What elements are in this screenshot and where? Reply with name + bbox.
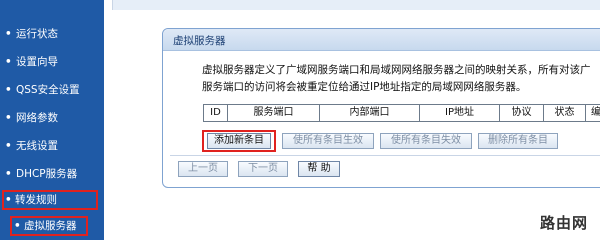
prev-page-button[interactable]: 上一页 (178, 161, 228, 177)
sidebar-item-label: QSS安全设置 (16, 84, 80, 96)
sidebar-item-label: 转发规则 (15, 194, 57, 206)
sidebar-item-wizard[interactable]: • 设置向导 (0, 52, 104, 72)
column-header-ip-address: IP地址 (420, 105, 500, 121)
column-header-internal-port: 内部端口 (320, 105, 420, 121)
top-panel-edge (112, 0, 600, 10)
next-page-button[interactable]: 下一页 (238, 161, 288, 177)
divider (170, 155, 600, 156)
sidebar-item-status[interactable]: • 运行状态 (0, 24, 104, 44)
sidebar-item-forwarding[interactable]: • 转发规则 (2, 190, 98, 210)
column-header-status: 状态 (544, 105, 586, 121)
sidebar-item-qss[interactable]: • QSS安全设置 (0, 80, 104, 100)
bullet-icon: • (5, 28, 12, 40)
sidebar-item-label: 网络参数 (16, 112, 58, 124)
description-line-1: 虚拟服务器定义了广域网服务端口和局域网网络服务器之间的映射关系，所有对该广 (202, 64, 591, 76)
sidebar-nav: • 运行状态 • 设置向导 • QSS安全设置 • 网络参数 • 无线设置 • … (0, 0, 104, 240)
sidebar-item-label: 设置向导 (16, 56, 58, 68)
bullet-icon: • (5, 112, 12, 124)
sidebar-item-label: 运行状态 (16, 28, 58, 40)
watermark-text: 路由网 (540, 214, 589, 232)
sidebar-item-label: DHCP服务器 (16, 168, 78, 180)
bullet-icon: • (5, 168, 12, 180)
sidebar-item-label: 虚拟服务器 (24, 220, 77, 232)
sidebar-item-network[interactable]: • 网络参数 (0, 108, 104, 128)
bullet-icon: • (5, 194, 12, 206)
sidebar-item-virtual-server[interactable]: • 虚拟服务器 (10, 216, 88, 236)
help-button[interactable]: 帮 助 (298, 161, 340, 177)
description-line-2: 服务端口的访问将会被重定位给通过IP地址指定的局域网网络服务器。 (202, 81, 527, 93)
column-header-service-port: 服务端口 (228, 105, 320, 121)
page-title: 虚拟服务器 (173, 35, 226, 47)
bullet-icon: • (5, 56, 12, 68)
bullet-icon: • (5, 140, 12, 152)
virtual-server-table-header: ID 服务端口 内部端口 IP地址 协议 状态 编 (203, 104, 600, 122)
sidebar-item-dhcp[interactable]: • DHCP服务器 (0, 164, 104, 184)
bullet-icon: • (5, 84, 12, 96)
bullet-icon: • (14, 220, 21, 232)
column-header-protocol: 协议 (500, 105, 544, 121)
sidebar-item-label: 无线设置 (16, 140, 58, 152)
add-entry-highlight: 添加新条目 (202, 130, 276, 152)
delete-all-button[interactable]: 删除所有条目 (478, 133, 558, 149)
sidebar-item-wireless[interactable]: • 无线设置 (0, 136, 104, 156)
column-header-edit: 编 (591, 107, 600, 118)
add-entry-button[interactable]: 添加新条目 (207, 133, 271, 149)
panel-title-bar: 虚拟服务器 (163, 29, 600, 51)
column-header-id: ID (204, 105, 228, 121)
enable-all-button[interactable]: 使所有条目生效 (282, 133, 374, 149)
disable-all-button[interactable]: 使所有条目失效 (380, 133, 472, 149)
